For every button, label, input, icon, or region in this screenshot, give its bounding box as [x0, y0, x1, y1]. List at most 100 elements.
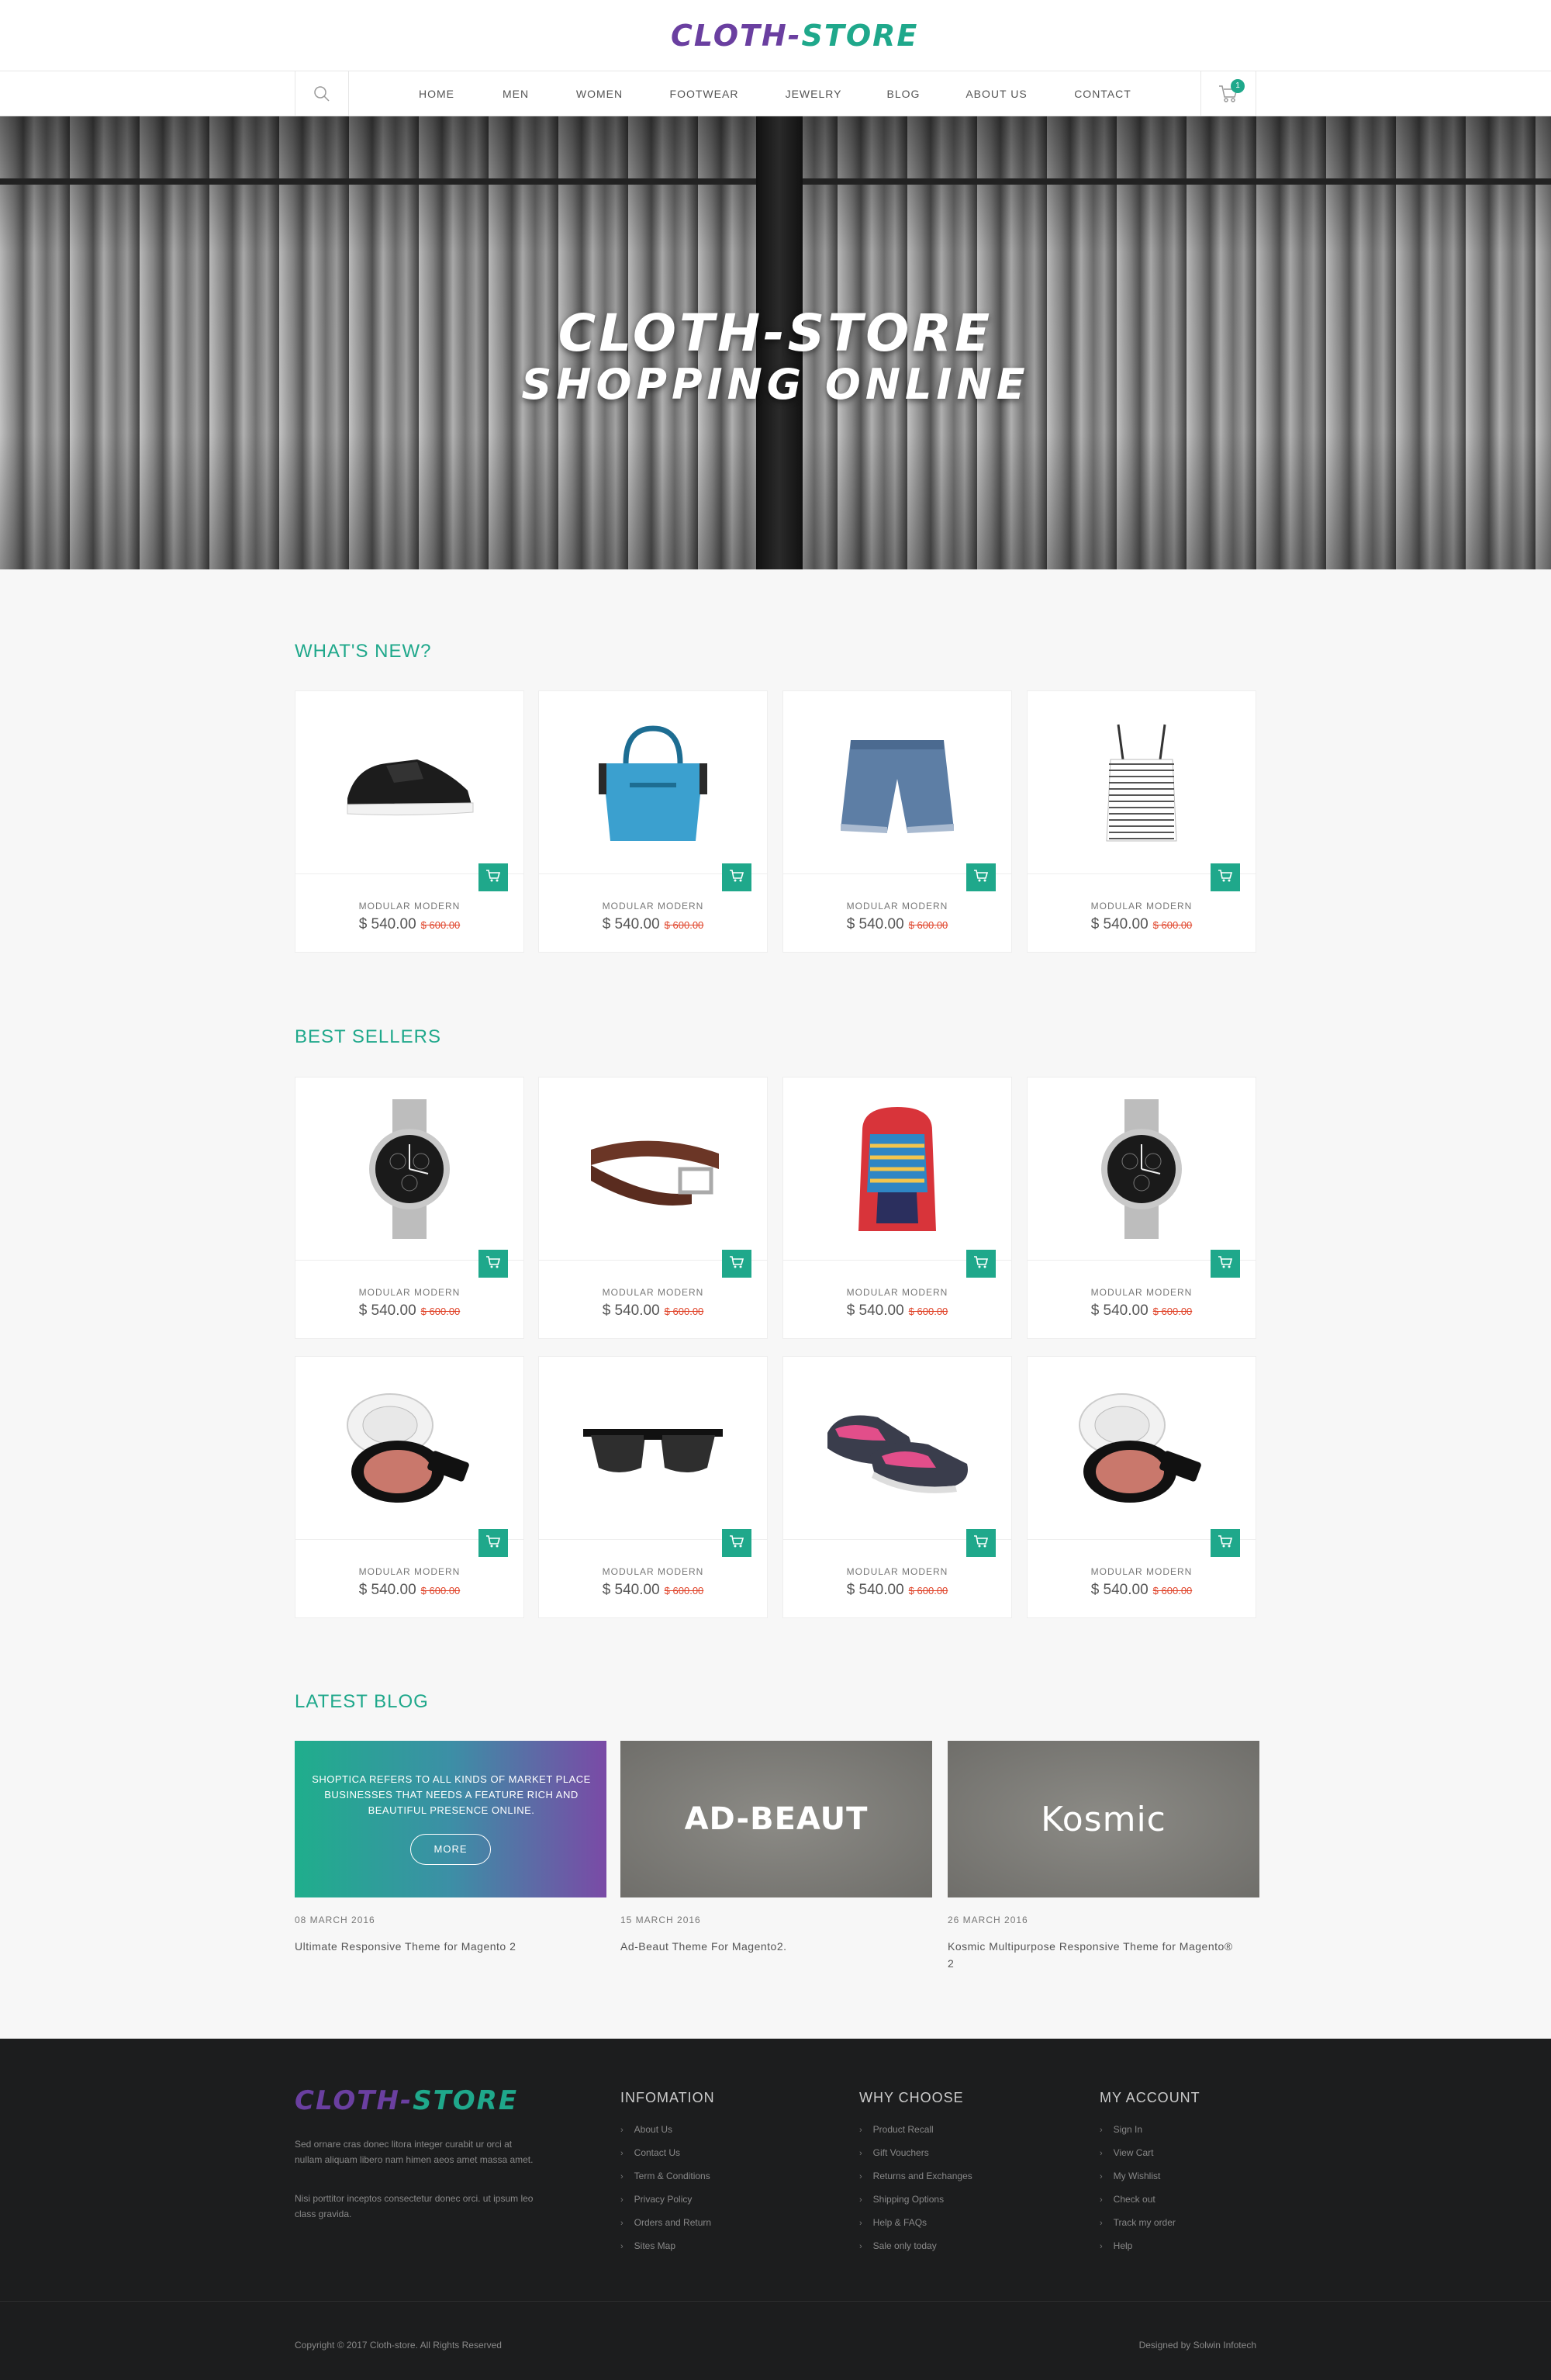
product-old-price: $ 600.00: [420, 919, 461, 931]
footer-link[interactable]: › Sale only today: [859, 2240, 972, 2263]
blog-promo-banner[interactable]: SHOPTICA REFERS TO ALL KINDS OF MARKET P…: [295, 1741, 606, 1897]
footer-link[interactable]: › Orders and Return: [620, 2216, 715, 2240]
add-to-cart-button[interactable]: [722, 1529, 751, 1557]
product-image-sunglasses[interactable]: [539, 1357, 767, 1540]
add-to-cart-button[interactable]: [1211, 1529, 1240, 1557]
cart-button[interactable]: 1: [1200, 71, 1256, 116]
product-name[interactable]: MODULAR MODERN: [1028, 901, 1256, 912]
blog-title-3[interactable]: Kosmic Multipurpose Responsive Theme for…: [948, 1938, 1242, 1972]
footer-link[interactable]: › About Us: [620, 2123, 715, 2146]
product-card[interactable]: MODULAR MODERN $ 540.00 $ 600.00: [538, 690, 768, 953]
nav-home[interactable]: HOME: [417, 88, 456, 100]
nav-women[interactable]: WOMEN: [572, 88, 627, 100]
product-card[interactable]: MODULAR MODERN $ 540.00 $ 600.00: [782, 1356, 1012, 1618]
add-to-cart-button[interactable]: [1211, 1250, 1240, 1278]
add-to-cart-button[interactable]: [1211, 863, 1240, 891]
footer-description-1: Sed ornare cras donec litora integer cur…: [295, 2139, 534, 2165]
product-card[interactable]: MODULAR MODERN $ 540.00 $ 600.00: [1027, 690, 1256, 953]
footer-logo[interactable]: CLOTH-STORE: [295, 2085, 518, 2116]
footer-link[interactable]: › Returns and Exchanges: [859, 2170, 972, 2193]
designed-by-text: Designed by Solwin Infotech: [1138, 2340, 1256, 2351]
add-to-cart-button[interactable]: [966, 1529, 996, 1557]
footer-link-label: Term & Conditions: [634, 2171, 710, 2181]
product-name[interactable]: MODULAR MODERN: [295, 1287, 523, 1298]
product-card[interactable]: MODULAR MODERN $ 540.00 $ 600.00: [538, 1356, 768, 1618]
footer-link[interactable]: › Help & FAQs: [859, 2216, 972, 2240]
product-card[interactable]: MODULAR MODERN $ 540.00 $ 600.00: [782, 1077, 1012, 1339]
chevron-right-icon: ›: [620, 2195, 624, 2205]
add-to-cart-button[interactable]: [722, 863, 751, 891]
blog-more-button[interactable]: MORE: [410, 1834, 491, 1865]
product-image-sneaker[interactable]: [295, 691, 523, 874]
footer-link[interactable]: › Check out: [1100, 2193, 1200, 2216]
product-card[interactable]: MODULAR MODERN $ 540.00 $ 600.00: [782, 690, 1012, 953]
blog-image-adbeaut[interactable]: AD-BEAUT: [620, 1741, 932, 1897]
product-name[interactable]: MODULAR MODERN: [783, 1566, 1011, 1577]
product-image-compact[interactable]: [1028, 1357, 1256, 1540]
footer-link[interactable]: › Help: [1100, 2240, 1200, 2263]
footer-link[interactable]: › Track my order: [1100, 2216, 1200, 2240]
footer-link[interactable]: › View Cart: [1100, 2146, 1200, 2170]
product-name[interactable]: MODULAR MODERN: [539, 1566, 767, 1577]
nav-about-us[interactable]: ABOUT US: [962, 88, 1031, 100]
product-image-belt[interactable]: [539, 1078, 767, 1261]
footer-link-label: Sign In: [1113, 2124, 1143, 2135]
product-image-compact[interactable]: [295, 1357, 523, 1540]
product-old-price: $ 600.00: [664, 919, 704, 931]
product-name[interactable]: MODULAR MODERN: [783, 901, 1011, 912]
footer-link[interactable]: › Term & Conditions: [620, 2170, 715, 2193]
product-name[interactable]: MODULAR MODERN: [295, 1566, 523, 1577]
nav-footwear[interactable]: FOOTWEAR: [665, 88, 743, 100]
add-to-cart-button[interactable]: [478, 1529, 508, 1557]
product-card[interactable]: MODULAR MODERN $ 540.00 $ 600.00: [295, 690, 524, 953]
product-card[interactable]: MODULAR MODERN $ 540.00 $ 600.00: [538, 1077, 768, 1339]
footer-link[interactable]: › Product Recall: [859, 2123, 972, 2146]
product-name[interactable]: MODULAR MODERN: [1028, 1287, 1256, 1298]
nav-jewelry[interactable]: JEWELRY: [782, 88, 845, 100]
footer-link-label: Shipping Options: [872, 2194, 945, 2205]
product-name[interactable]: MODULAR MODERN: [783, 1287, 1011, 1298]
cart-count-badge: 1: [1231, 79, 1245, 93]
search-button[interactable]: [295, 71, 349, 116]
add-to-cart-button[interactable]: [966, 1250, 996, 1278]
product-card[interactable]: MODULAR MODERN $ 540.00 $ 600.00: [295, 1356, 524, 1618]
product-card[interactable]: MODULAR MODERN $ 540.00 $ 600.00: [1027, 1077, 1256, 1339]
product-image-handbag[interactable]: [539, 691, 767, 874]
product-image-watch[interactable]: [1028, 1078, 1256, 1261]
footer-link[interactable]: › Sites Map: [620, 2240, 715, 2263]
footer-link[interactable]: › Gift Vouchers: [859, 2146, 972, 2170]
product-name[interactable]: MODULAR MODERN: [1028, 1566, 1256, 1577]
footer-link[interactable]: › My Wishlist: [1100, 2170, 1200, 2193]
site-logo[interactable]: CLOTH-STORE: [671, 17, 918, 54]
product-name[interactable]: MODULAR MODERN: [539, 1287, 767, 1298]
product-card[interactable]: MODULAR MODERN $ 540.00 $ 600.00: [1027, 1356, 1256, 1618]
nav-men[interactable]: MEN: [496, 88, 535, 100]
logo-text-part1: CLOTH-: [671, 19, 802, 53]
product-prices: $ 540.00 $ 600.00: [295, 1302, 523, 1320]
add-to-cart-button[interactable]: [478, 863, 508, 891]
blog-title-2[interactable]: Ad-Beaut Theme For Magento2.: [620, 1938, 931, 1955]
add-to-cart-button[interactable]: [722, 1250, 751, 1278]
product-name[interactable]: MODULAR MODERN: [539, 901, 767, 912]
footer-col-title: INFOMATION: [620, 2090, 715, 2105]
product-image-crop-top[interactable]: [1028, 691, 1256, 874]
product-image-flats[interactable]: [783, 1357, 1011, 1540]
product-price: $ 540.00: [846, 1582, 904, 1598]
product-image-denim-shorts[interactable]: [783, 691, 1011, 874]
footer-link[interactable]: › Contact Us: [620, 2146, 715, 2170]
nav-contact[interactable]: CONTACT: [1070, 88, 1135, 100]
add-to-cart-button[interactable]: [966, 863, 996, 891]
blog-image-kosmic[interactable]: Kosmic: [948, 1741, 1259, 1897]
product-image-watch[interactable]: [295, 1078, 523, 1261]
product-image-backpack[interactable]: [783, 1078, 1011, 1261]
footer-link[interactable]: › Sign In: [1100, 2123, 1200, 2146]
blog-title-1[interactable]: Ultimate Responsive Theme for Magento 2: [295, 1938, 605, 1955]
add-to-cart-button[interactable]: [478, 1250, 508, 1278]
nav-blog[interactable]: BLOG: [884, 88, 923, 100]
chevron-right-icon: ›: [620, 2242, 624, 2251]
product-card[interactable]: MODULAR MODERN $ 540.00 $ 600.00: [295, 1077, 524, 1339]
product-name[interactable]: MODULAR MODERN: [295, 901, 523, 912]
product-old-price: $ 600.00: [420, 1306, 461, 1317]
footer-link[interactable]: › Privacy Policy: [620, 2193, 715, 2216]
footer-link[interactable]: › Shipping Options: [859, 2193, 972, 2216]
